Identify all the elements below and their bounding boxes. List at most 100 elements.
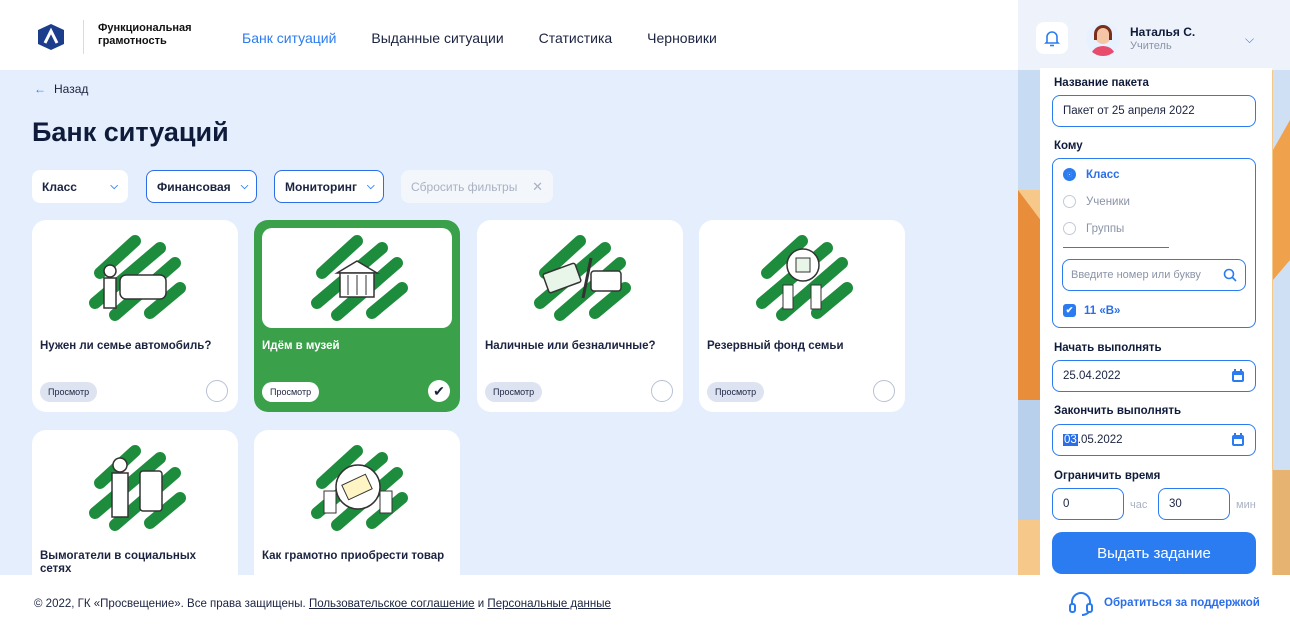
cash-card-icon (534, 235, 631, 321)
radio-class[interactable]: Класс (1063, 168, 1120, 181)
situation-card[interactable]: Вымогатели в социальных сетях (32, 430, 238, 575)
radio-dot (1063, 222, 1076, 235)
back-label: Назад (54, 82, 89, 96)
filter-class[interactable]: Класс ⌵ (32, 170, 128, 203)
filter-type[interactable]: Финансовая ⌵ (146, 170, 257, 203)
family-safe-icon (756, 235, 853, 321)
chevron-down-icon: ⌵ (110, 181, 118, 192)
card-illustration (262, 438, 452, 538)
select-radio[interactable] (206, 380, 228, 402)
top-header: Функциональная грамотность Банк ситуаций… (0, 0, 1018, 70)
card-title: Вымогатели в социальных сетях (40, 550, 197, 575)
view-button[interactable]: Просмотр (40, 382, 98, 402)
and-text: и (477, 598, 485, 610)
reset-filters-label: Сбросить фильтры (411, 179, 518, 194)
end-date-input[interactable]: 03.05.2022 (1052, 424, 1256, 456)
agreement-link[interactable]: Пользовательское соглашение (309, 598, 475, 610)
end-date-selected-part: 03 (1063, 434, 1078, 446)
end-date-value: 03.05.2022 (1063, 434, 1123, 446)
radio-dot (1063, 195, 1076, 208)
issue-task-button[interactable]: Выдать задание (1052, 532, 1256, 574)
class-checkbox[interactable]: ✔ 11 «В» (1063, 304, 1120, 317)
close-icon: ✕ (532, 178, 543, 194)
filter-mode-label: Мониторинг (285, 179, 357, 194)
minutes-unit: мин (1236, 499, 1256, 511)
chevron-down-icon[interactable]: ⌵ (1245, 32, 1254, 47)
end-date-label: Закончить выполнять (1054, 405, 1182, 417)
nav-issued[interactable]: Выданные ситуации (371, 30, 503, 46)
user-name: Наталья С. (1130, 25, 1196, 39)
class-checkbox-label: 11 «В» (1084, 304, 1121, 317)
hours-value: 0 (1063, 498, 1070, 510)
card-illustration (262, 228, 452, 328)
logo-line1: Функциональная (98, 22, 192, 34)
card-title: Наличные или безналичные? (485, 340, 656, 352)
logo-text[interactable]: Функциональная грамотность (98, 22, 218, 48)
minutes-value: 30 (1169, 498, 1182, 510)
nav-stats[interactable]: Статистика (539, 30, 613, 46)
main-nav: Банк ситуаций Выданные ситуации Статисти… (242, 30, 752, 46)
package-label: Название пакета (1054, 77, 1149, 89)
divider (1063, 247, 1169, 248)
situation-card[interactable]: Резервный фонд семьи Просмотр (699, 220, 905, 412)
page-title: Банк ситуаций (32, 117, 229, 147)
radio-dot (1063, 168, 1076, 181)
purchase-icon (311, 445, 408, 531)
card-title: Идём в музей (262, 340, 340, 352)
situation-card[interactable]: Наличные или безналичные? Просмотр (477, 220, 683, 412)
logo-divider (83, 20, 84, 54)
user-role: Учитель (1130, 40, 1172, 52)
calendar-icon[interactable] (1231, 369, 1245, 383)
footer-copyright: © 2022, ГК «Просвещение». Все права защи… (34, 598, 611, 610)
recipient-box: Класс Ученики Группы Введите номер или б… (1052, 158, 1256, 328)
checkbox-checked-icon: ✔ (1063, 304, 1076, 317)
package-name-input[interactable]: Пакет от 25 апреля 2022 (1052, 95, 1256, 127)
copyright-text: © 2022, ГК «Просвещение». Все права защи… (34, 598, 306, 610)
situation-card[interactable]: Идём в музей Просмотр ✔ (254, 220, 460, 412)
extortion-icon (89, 445, 186, 531)
hours-input[interactable]: 0 (1052, 488, 1124, 520)
card-illustration (40, 228, 230, 328)
filter-type-label: Финансовая (157, 179, 231, 194)
search-icon[interactable] (1223, 268, 1237, 282)
card-title: Как грамотно приобрести товар (262, 550, 445, 562)
radio-students-label: Ученики (1086, 195, 1130, 208)
hours-unit: час (1130, 499, 1148, 511)
radio-groups[interactable]: Группы (1063, 222, 1124, 235)
back-link[interactable]: ← Назад (34, 82, 88, 96)
view-button[interactable]: Просмотр (707, 382, 765, 402)
bell-icon[interactable] (1036, 22, 1068, 54)
calendar-icon[interactable] (1231, 433, 1245, 447)
radio-groups-label: Группы (1086, 222, 1125, 235)
checkmark-icon[interactable]: ✔ (428, 380, 450, 402)
nav-drafts[interactable]: Черновики (647, 30, 717, 46)
support-label: Обратиться за поддержкой (1104, 597, 1260, 609)
chevron-down-icon: ⌵ (240, 181, 249, 192)
card-illustration (707, 228, 897, 328)
card-title: Резервный фонд семьи (707, 340, 844, 352)
nav-bank[interactable]: Банк ситуаций (242, 30, 336, 46)
card-title: Нужен ли семье автомобиль? (40, 340, 212, 352)
start-date-value: 25.04.2022 (1063, 370, 1121, 382)
reset-filters-button[interactable]: Сбросить фильтры ✕ (401, 170, 553, 203)
start-date-input[interactable]: 25.04.2022 (1052, 360, 1256, 392)
end-date-rest: .05.2022 (1077, 434, 1123, 446)
headset-icon (1069, 592, 1093, 616)
card-illustration (485, 228, 675, 328)
situation-card[interactable]: Нужен ли семье автомобиль? Просмотр (32, 220, 238, 412)
avatar[interactable] (1086, 22, 1120, 56)
view-button[interactable]: Просмотр (485, 382, 543, 402)
radio-students[interactable]: Ученики (1063, 195, 1130, 208)
time-limit-label: Ограничить время (1054, 470, 1161, 482)
minutes-input[interactable]: 30 (1158, 488, 1230, 520)
select-radio[interactable] (873, 380, 895, 402)
personal-data-link[interactable]: Персональные данные (487, 598, 610, 610)
select-radio[interactable] (651, 380, 673, 402)
situation-card[interactable]: Как грамотно приобрести товар (254, 430, 460, 575)
class-search-input[interactable]: Введите номер или букву (1062, 259, 1246, 291)
logo-icon[interactable] (38, 24, 64, 50)
support-link[interactable]: Обратиться за поддержкой (1068, 590, 1260, 616)
view-button[interactable]: Просмотр (262, 382, 320, 402)
radio-class-label: Класс (1086, 168, 1120, 181)
filter-mode[interactable]: Мониторинг ⌵ (274, 170, 384, 203)
